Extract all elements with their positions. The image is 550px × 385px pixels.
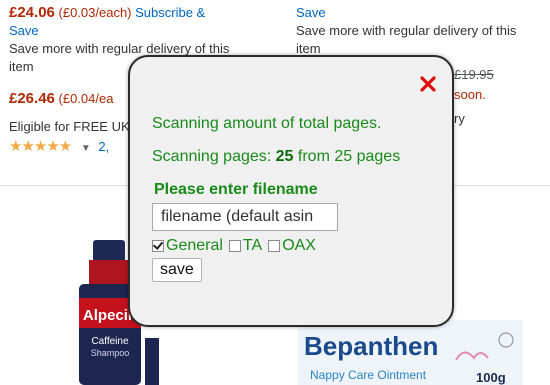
bepanthen-brand-text: Bepanthen <box>304 331 438 361</box>
filename-input[interactable] <box>152 203 338 231</box>
rating-count-link[interactable]: 2, <box>98 139 109 154</box>
checkbox-ta[interactable]: TA <box>228 237 263 255</box>
alpecin-line2-text: Shampoo <box>91 348 130 358</box>
bepanthen-sub-text: Nappy Care Ointment <box>310 368 427 382</box>
unit-price-1: (£0.03/each) <box>58 5 132 20</box>
save-link-right[interactable]: Save <box>296 4 546 22</box>
filename-label: Please enter filename <box>154 181 318 198</box>
soon-text: soon. <box>454 87 486 102</box>
scan-dialog: Scanning amount of total pages. Scanning… <box>128 55 454 327</box>
checkbox-general-label: General <box>166 237 223 254</box>
scanning-progress-text: Scanning pages: 25 from 25 pages <box>152 148 400 166</box>
scanning-prefix: Scanning pages: <box>152 148 272 165</box>
checkbox-oax[interactable]: OAX <box>268 237 316 255</box>
old-price: £19.95 <box>454 67 494 82</box>
close-icon[interactable] <box>419 75 437 93</box>
star-rating-icon[interactable]: ★★★★★ <box>9 138 72 156</box>
checkbox-general[interactable]: General <box>152 237 223 255</box>
checkbox-ta-box[interactable] <box>228 240 241 252</box>
bepanthen-product-image[interactable]: Bepanthen Nappy Care Ointment 100g <box>298 320 523 385</box>
unit-price-2: (£0.04/ea <box>58 91 114 106</box>
save-link-left[interactable]: Save <box>9 22 249 40</box>
checkbox-oax-label: OAX <box>282 237 316 254</box>
chevron-down-icon[interactable]: ▼ <box>81 143 91 154</box>
bepanthen-size-text: 100g <box>476 370 506 385</box>
price-24: £24.06 <box>9 4 55 21</box>
delivery-fragment: ry <box>454 111 465 126</box>
checkbox-group: General TA OAX <box>152 237 322 255</box>
scanning-current-count: 25 <box>275 148 294 165</box>
subscribe-link[interactable]: Subscribe & <box>135 5 205 20</box>
scanning-total-text: Scanning amount of total pages. <box>152 115 382 132</box>
checkbox-general-box[interactable] <box>152 240 164 252</box>
price-26: £26.46 <box>9 90 55 107</box>
right-offer-column: Save Save more with regular delivery of … <box>296 4 546 58</box>
checkbox-ta-label: TA <box>242 237 263 254</box>
scanning-suffix: from 25 pages <box>297 148 401 165</box>
checkbox-oax-box[interactable] <box>268 240 281 252</box>
save-button[interactable]: save <box>152 258 202 282</box>
alpecin-line1-text: Caffeine <box>91 336 129 347</box>
regular-delivery-right-1: Save more with regular delivery of this <box>296 23 517 38</box>
